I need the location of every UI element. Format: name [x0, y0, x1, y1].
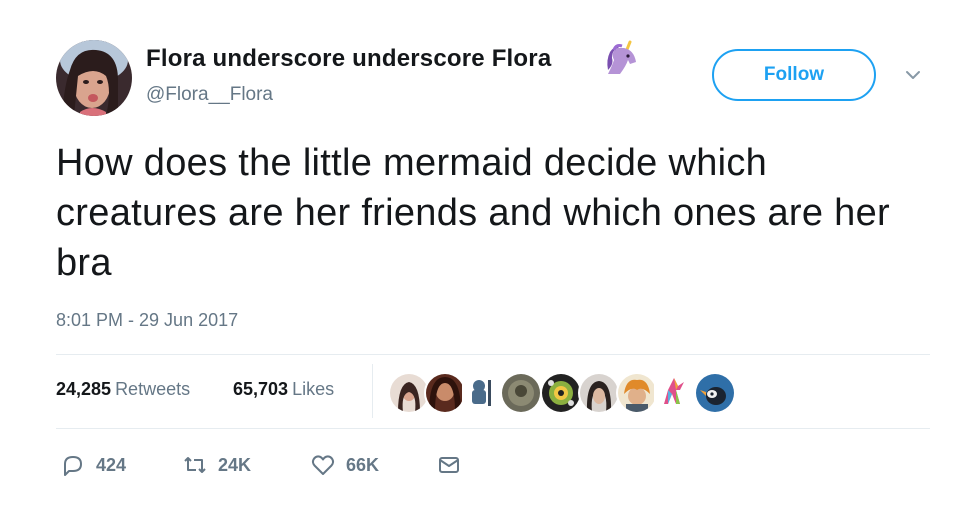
author-display-name[interactable]: Flora underscore underscore Flora [146, 45, 551, 73]
like-button[interactable]: 66K [310, 452, 379, 478]
liker-avatar-9[interactable] [694, 372, 736, 414]
likes-count: 65,703 [233, 379, 289, 399]
liker-avatar-4[interactable] [500, 372, 542, 414]
retweet-icon [184, 457, 206, 473]
likes-label: Likes [292, 379, 335, 399]
liker-avatar-2[interactable] [424, 372, 466, 414]
divider [56, 428, 930, 429]
reply-button[interactable]: 424 [60, 452, 126, 478]
reply-count: 424 [96, 454, 127, 475]
divider [56, 354, 930, 355]
tweet-text: How does the little mermaid decide which… [56, 142, 890, 284]
retweet-count: 24K [218, 454, 252, 475]
stats-divider [372, 364, 373, 418]
liker-avatar-7[interactable] [616, 372, 658, 414]
follow-button[interactable]: Follow [712, 49, 876, 101]
tweet-card: Flora underscore underscore Flora @Flora… [0, 0, 980, 514]
liker-avatar-8[interactable] [654, 372, 692, 410]
likers-list [388, 372, 808, 414]
avatar-photo [56, 40, 132, 116]
direct-message-button[interactable] [436, 452, 462, 478]
retweets-stat[interactable]: 24,285 Retweets [56, 379, 190, 400]
author-avatar[interactable] [56, 40, 132, 116]
retweets-label: Retweets [115, 379, 191, 399]
envelope-icon [439, 457, 459, 473]
author-handle[interactable]: @Flora__Flora [146, 84, 273, 106]
liker-avatar-6[interactable] [578, 372, 620, 414]
chevron-down-icon[interactable] [902, 64, 924, 86]
like-count: 66K [346, 454, 380, 475]
reply-icon [64, 456, 82, 476]
unicorn-icon [604, 40, 640, 76]
retweets-count: 24,285 [56, 379, 112, 399]
liker-avatar-5[interactable] [540, 372, 582, 414]
liker-avatar-3[interactable] [462, 372, 500, 410]
tweet-timestamp[interactable]: 8:01 PM - 29 Jun 2017 [56, 310, 238, 331]
likes-stat[interactable]: 65,703 Likes [233, 379, 334, 400]
heart-icon [311, 455, 335, 475]
retweet-button[interactable]: 24K [182, 452, 251, 478]
